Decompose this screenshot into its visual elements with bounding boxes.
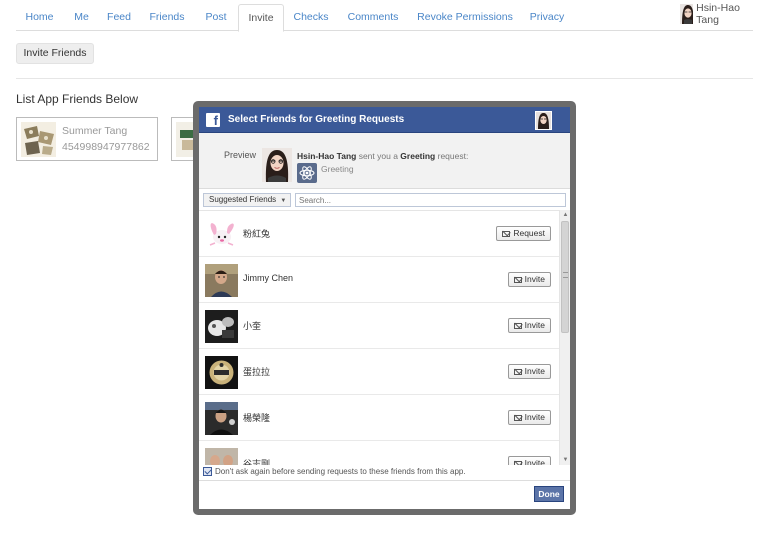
list-item[interactable]: 楊榮隆 Invite (199, 395, 559, 441)
tab-revoke-permissions[interactable]: Revoke Permissions (410, 4, 520, 31)
invite-button[interactable]: Invite (507, 364, 551, 379)
tab-me[interactable]: Me (65, 4, 98, 31)
button-label: Invite (524, 412, 545, 422)
friend-name: Jimmy Chen (243, 273, 294, 283)
button-label: Invite (524, 366, 545, 376)
button-label: Invite (524, 458, 545, 465)
tab-checks[interactable]: Checks (286, 4, 336, 31)
envelope-icon (513, 276, 522, 283)
app-name: Greeting (321, 164, 354, 174)
friend-photo (205, 402, 238, 435)
tab-comments[interactable]: Comments (338, 4, 408, 31)
friend-photo (205, 310, 238, 343)
list-item[interactable]: 小奎 Invite (199, 303, 559, 349)
button-label: Request (513, 228, 545, 238)
invite-button[interactable]: Invite (507, 272, 551, 287)
search-input[interactable] (295, 193, 566, 207)
button-label: Invite (524, 274, 545, 284)
top-nav: Home Me Feed Friends Post Invite Checks … (16, 0, 753, 32)
dialog-body: f Select Friends for Greeting Requests P… (199, 107, 570, 509)
preview-label: Preview (224, 150, 257, 160)
friend-list: 粉紅兔 Request Jimmy Chen Invite 小奎 Invite … (199, 210, 559, 465)
user-name: Hsin-Hao Tang (696, 2, 740, 26)
list-item[interactable]: 粉紅兔 Request (199, 211, 559, 257)
friend-list-scrollbar[interactable]: ▲ ▼ (559, 210, 570, 465)
friend-photo (205, 264, 238, 297)
friend-name: 楊榮隆 (243, 413, 271, 423)
friend-name: 蛋拉拉 (243, 367, 271, 377)
invite-friends-button[interactable]: Invite Friends (16, 43, 94, 64)
scroll-up-arrow-icon[interactable]: ▲ (561, 211, 570, 219)
divider (16, 78, 753, 79)
invite-button[interactable]: Invite (507, 318, 551, 333)
dont-ask-checkbox[interactable] (203, 467, 212, 476)
dialog-footer: Done (199, 480, 570, 509)
friend-filter-select[interactable]: Suggested Friends ▼ (203, 193, 291, 207)
friend-id: 454998947977862 (62, 141, 150, 153)
preview-message: Hsin-Hao Tang sent you a Greeting reques… (297, 151, 468, 161)
friend-name: 小奎 (243, 321, 262, 331)
friend-name: 谷志剛 (243, 459, 271, 465)
scroll-down-arrow-icon[interactable]: ▼ (561, 456, 570, 464)
tab-home[interactable]: Home (16, 4, 63, 31)
invite-button[interactable]: Invite (507, 456, 551, 465)
envelope-icon (513, 414, 522, 421)
button-label: Invite (524, 320, 545, 330)
list-item[interactable]: 谷志剛 Invite (199, 441, 559, 465)
grip-icon (563, 272, 568, 278)
friend-photo (205, 218, 238, 251)
sender-avatar (262, 148, 292, 182)
app-friend-card[interactable]: Summer Tang 454998947977862 (16, 117, 158, 161)
request-type: Greeting (400, 151, 436, 161)
dialog-header: f Select Friends for Greeting Requests (199, 107, 570, 133)
message-text: sent you a (356, 151, 401, 161)
chevron-down-icon: ▼ (280, 198, 287, 204)
dont-ask-option: Don't ask again before sending requests … (203, 467, 563, 476)
section-title: List App Friends Below (16, 92, 139, 106)
tab-invite[interactable]: Invite (238, 4, 284, 32)
done-button[interactable]: Done (534, 486, 564, 502)
list-item[interactable]: 蛋拉拉 Invite (199, 349, 559, 395)
dont-ask-label: Don't ask again before sending requests … (215, 467, 466, 476)
request-dialog: f Select Friends for Greeting Requests P… (193, 101, 576, 515)
facebook-logo-icon: f (206, 113, 220, 127)
request-button[interactable]: Request (496, 226, 551, 241)
filter-label: Suggested Friends (209, 195, 277, 204)
tab-privacy[interactable]: Privacy (522, 4, 572, 31)
atom-app-icon (297, 163, 317, 183)
friend-name: Summer Tang (62, 125, 128, 137)
tab-friends[interactable]: Friends (140, 4, 194, 31)
invite-button[interactable]: Invite (507, 410, 551, 425)
tab-post[interactable]: Post (196, 4, 236, 31)
friend-photo (205, 448, 238, 465)
scroll-thumb[interactable] (561, 221, 569, 333)
tab-feed[interactable]: Feed (100, 4, 138, 31)
message-text-end: request: (435, 151, 469, 161)
friend-photo (21, 122, 56, 157)
envelope-icon (513, 460, 522, 465)
envelope-icon (502, 230, 511, 237)
envelope-icon (513, 368, 522, 375)
friend-name: 粉紅兔 (243, 229, 271, 239)
current-user[interactable]: Hsin-Hao Tang (680, 2, 753, 26)
list-item[interactable]: Jimmy Chen Invite (199, 257, 559, 303)
avatar (680, 4, 694, 24)
dialog-title: Select Friends for Greeting Requests (228, 114, 405, 125)
request-preview: Preview Hsin-Hao Tang sent you a Greetin… (199, 133, 570, 189)
avatar (535, 111, 552, 130)
envelope-icon (513, 322, 522, 329)
friend-photo (205, 356, 238, 389)
sender-name: Hsin-Hao Tang (297, 151, 357, 161)
